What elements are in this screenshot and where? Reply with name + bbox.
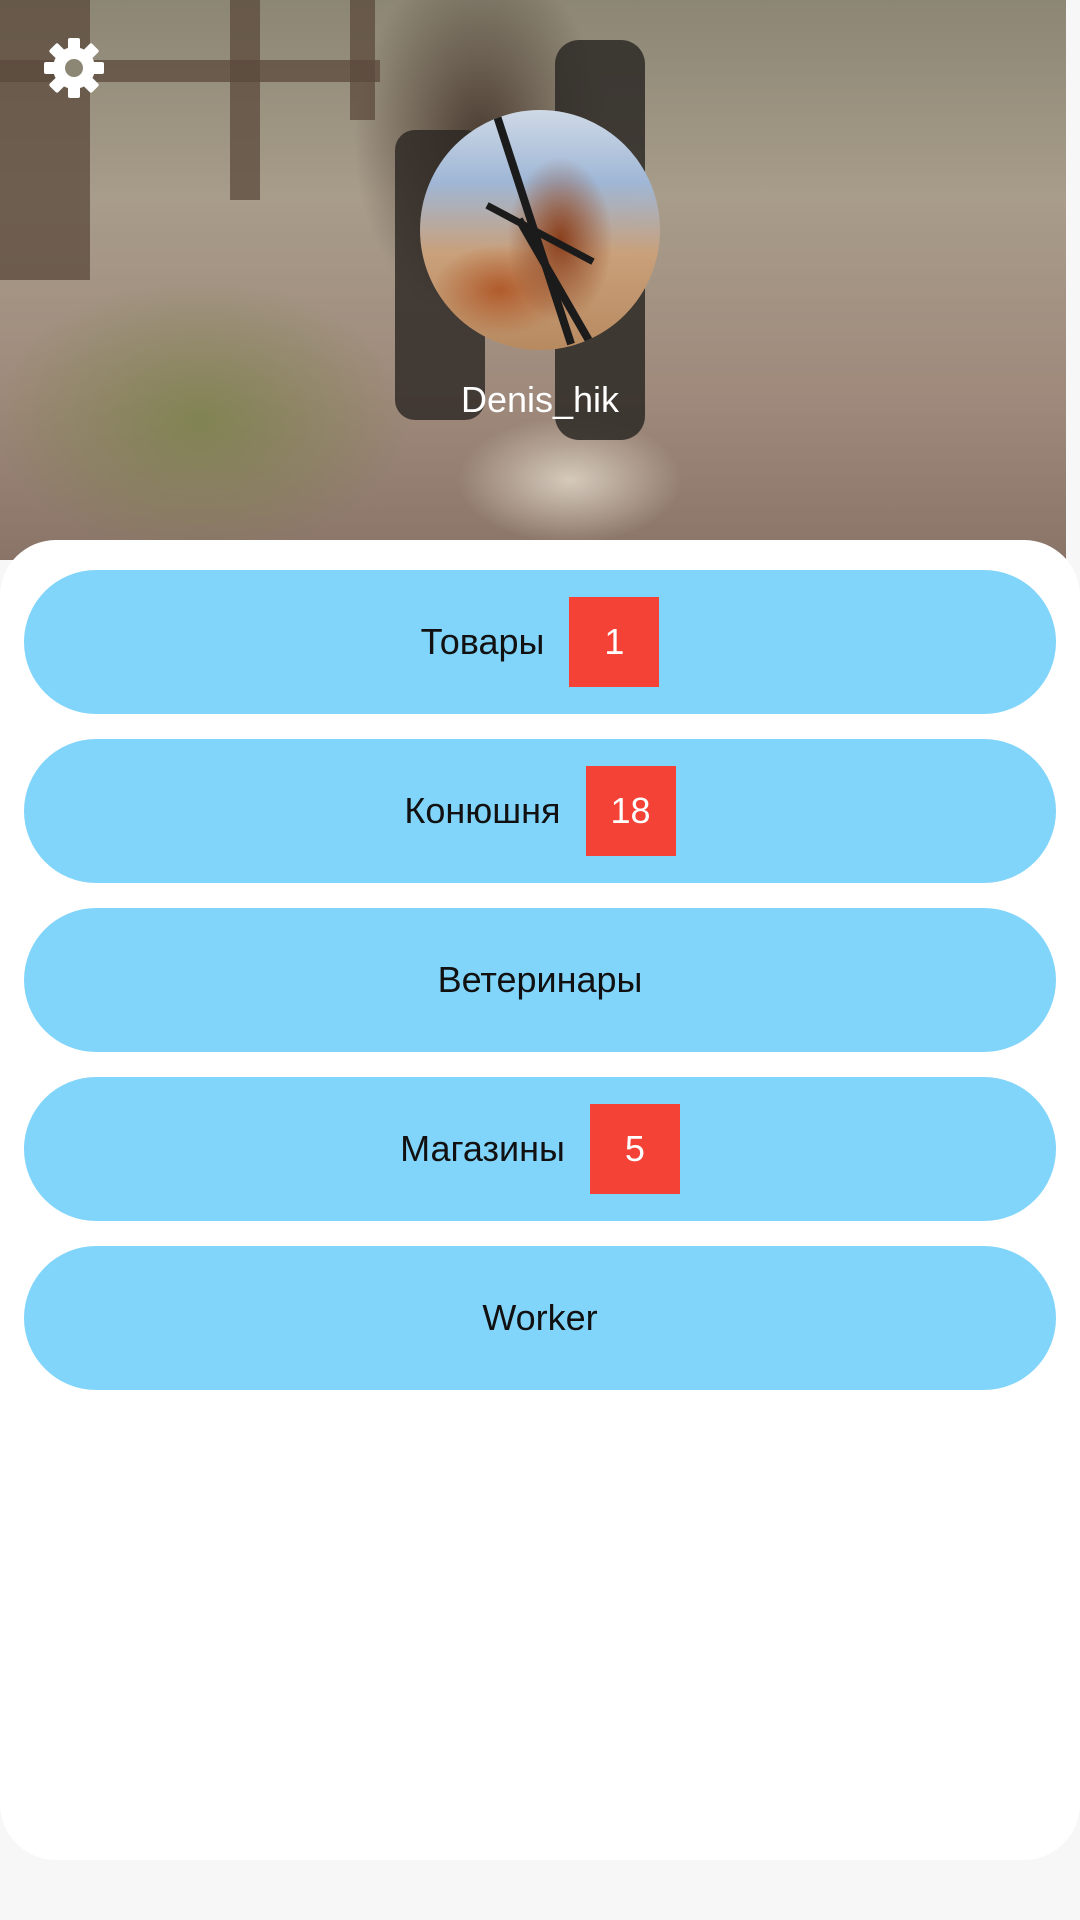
menu-button-shops[interactable]: Магазины 5 (24, 1077, 1056, 1221)
count-badge: 18 (585, 766, 676, 856)
menu-label: Worker (482, 1297, 598, 1338)
menu-button-vets[interactable]: Ветеринары (24, 908, 1056, 1052)
gear-icon[interactable] (42, 36, 106, 100)
username-label: Denis_hik (460, 379, 620, 420)
avatar[interactable] (420, 110, 660, 350)
menu-button-worker[interactable]: Worker (24, 1246, 1056, 1390)
edge-strip (1066, 0, 1080, 560)
menu-label: Магазины (400, 1128, 565, 1169)
count-badge: 1 (569, 597, 660, 687)
menu-label: Конюшня (404, 790, 561, 831)
count-badge: 5 (589, 1104, 680, 1194)
menu-label: Товары (420, 621, 545, 662)
fence-post (230, 0, 260, 200)
menu-button-goods[interactable]: Товары 1 (24, 570, 1056, 714)
menu-label: Ветеринары (437, 959, 643, 1000)
menu-button-stable[interactable]: Конюшня 18 (24, 739, 1056, 883)
menu-card: Товары 1 Конюшня 18 Ветеринары Магазины … (0, 540, 1080, 1860)
